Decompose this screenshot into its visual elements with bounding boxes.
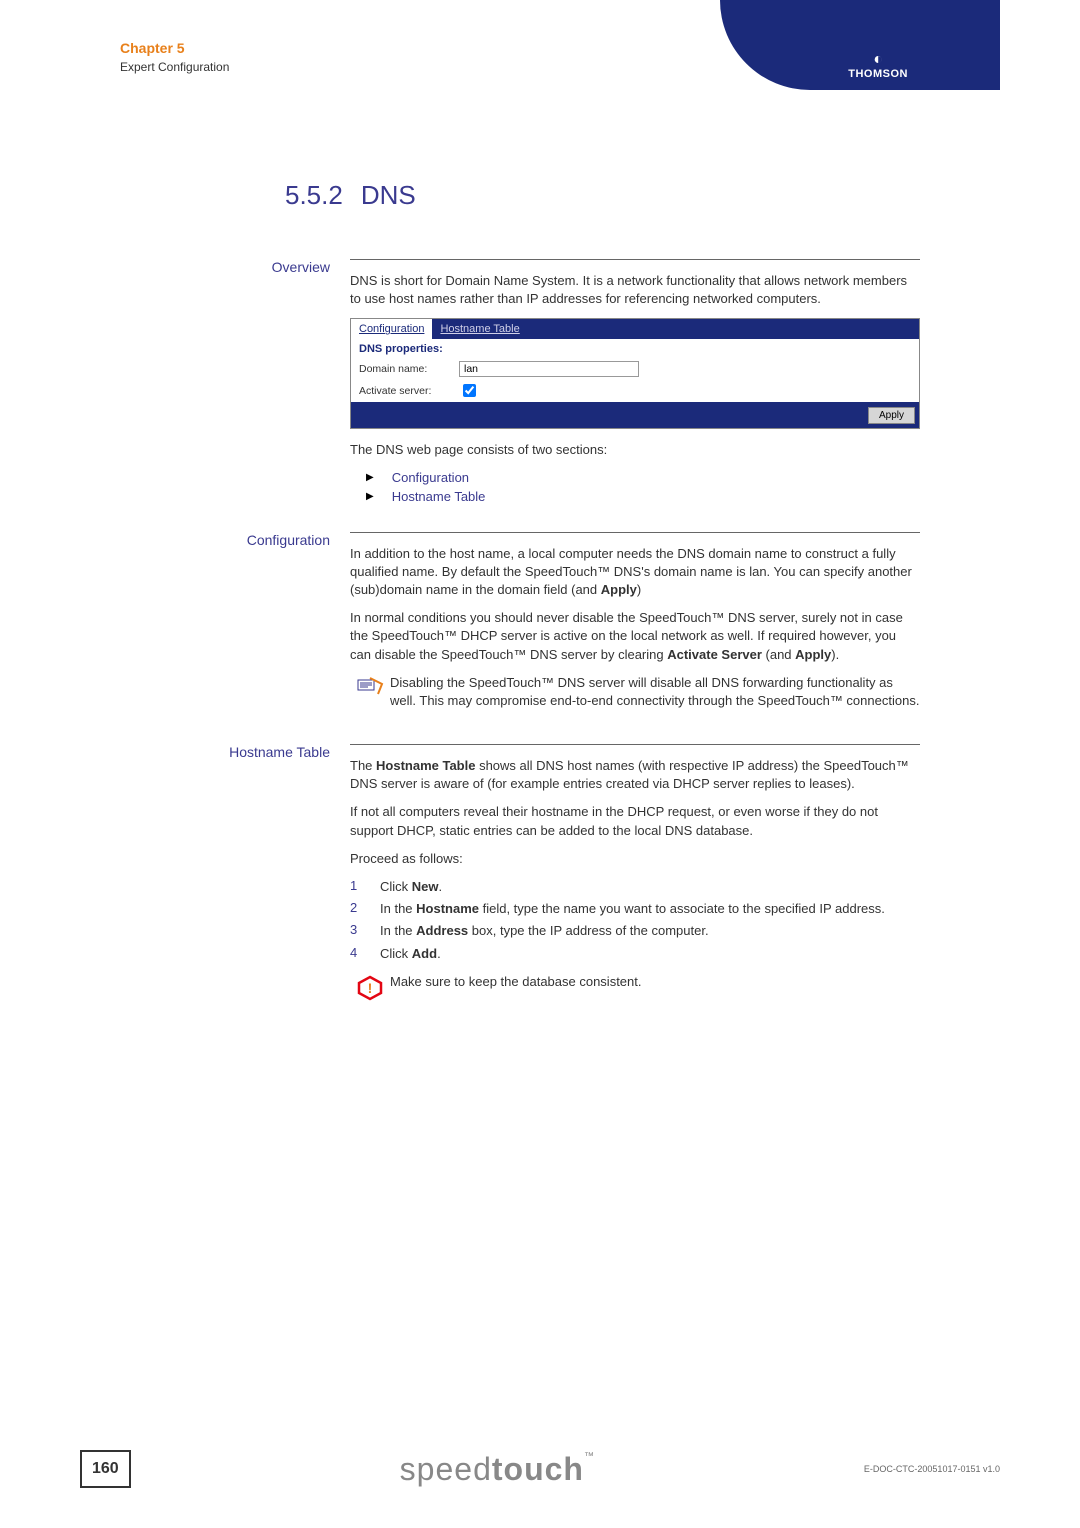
config-p1: In addition to the host name, a local co… (350, 545, 920, 600)
step-2: 2 In the Hostname field, type the name y… (350, 900, 920, 918)
overview-intro: DNS is short for Domain Name System. It … (350, 272, 920, 308)
section-title: DNS (361, 180, 416, 211)
apply-button[interactable]: Apply (868, 407, 915, 424)
brand-icon: ◐ (848, 52, 908, 68)
step-3: 3 In the Address box, type the IP addres… (350, 922, 920, 940)
hostname-p2: If not all computers reveal their hostna… (350, 803, 920, 839)
document-id: E-DOC-CTC-20051017-0151 v1.0 (864, 1464, 1000, 1474)
hostname-table-label: Hostname Table (120, 744, 330, 760)
page-header: ◐ THOMSON Chapter 5 Expert Configuration (120, 40, 920, 100)
domain-name-input[interactable] (459, 361, 639, 377)
thomson-logo: ◐ THOMSON (848, 52, 908, 80)
arrow-icon: ▶ (366, 491, 374, 502)
tab-configuration[interactable]: Configuration (351, 319, 432, 339)
overview-label: Overview (120, 259, 330, 275)
caution-icon: ! (350, 973, 390, 1001)
caution-text: Make sure to keep the database consisten… (390, 973, 920, 1001)
proceed-text: Proceed as follows: (350, 850, 920, 868)
speedtouch-brand: speedtouch™ (400, 1451, 595, 1488)
link-configuration[interactable]: Configuration (392, 470, 469, 485)
sections-intro: The DNS web page consists of two section… (350, 441, 920, 459)
configuration-label: Configuration (120, 532, 330, 548)
config-note: Disabling the SpeedTouch™ DNS server wil… (390, 674, 920, 710)
config-p2: In normal conditions you should never di… (350, 609, 920, 664)
step-4: 4 Click Add. (350, 945, 920, 963)
activate-server-checkbox[interactable] (463, 384, 476, 397)
section-title-row: 5.5.2 DNS (285, 180, 920, 211)
arrow-icon: ▶ (366, 472, 374, 483)
tab-hostname-table[interactable]: Hostname Table (432, 319, 527, 339)
hostname-p1: The Hostname Table shows all DNS host na… (350, 757, 920, 793)
dns-screenshot: Configuration Hostname Table DNS propert… (350, 318, 920, 429)
activate-server-label: Activate server: (359, 385, 459, 397)
step-1: 1 Click New. (350, 878, 920, 896)
page-footer: 160 speedtouch™ E-DOC-CTC-20051017-0151 … (0, 1450, 1080, 1488)
svg-text:!: ! (368, 980, 373, 996)
dns-properties-header: DNS properties: (351, 339, 919, 359)
note-icon (350, 674, 390, 710)
bullet-configuration: ▶ Configuration (366, 470, 920, 485)
bullet-hostname-table: ▶ Hostname Table (366, 489, 920, 504)
page-number: 160 (80, 1450, 131, 1488)
domain-name-label: Domain name: (359, 363, 459, 375)
brand-name: THOMSON (848, 68, 908, 80)
link-hostname-table[interactable]: Hostname Table (392, 489, 486, 504)
section-number: 5.5.2 (285, 180, 343, 211)
